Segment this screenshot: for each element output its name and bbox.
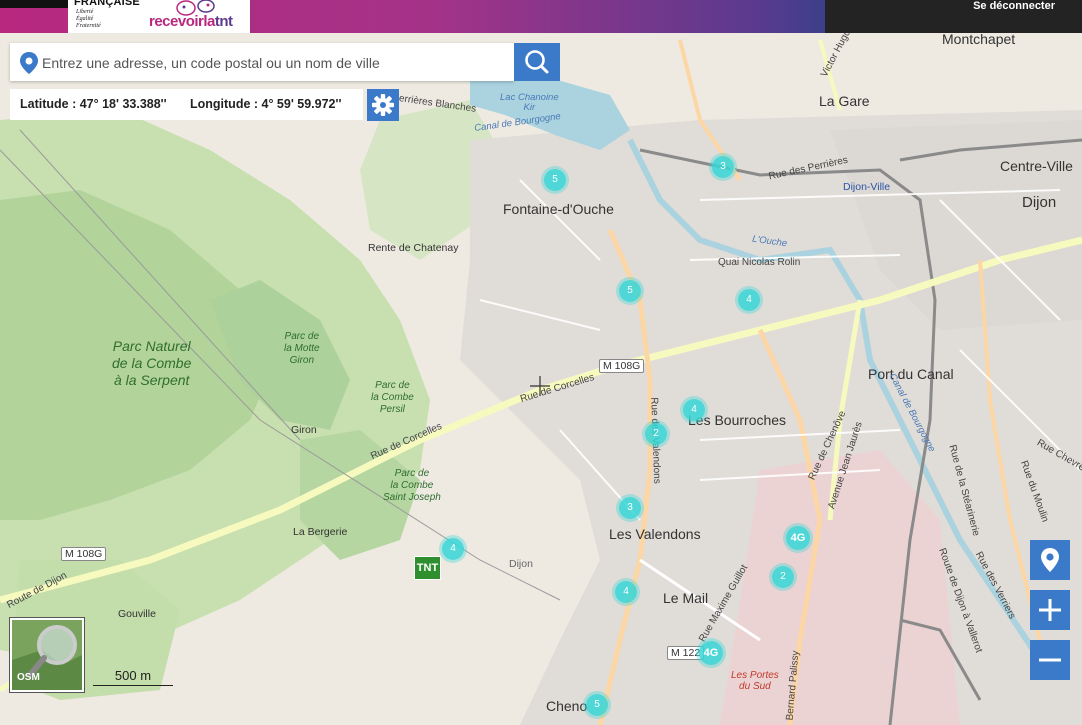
crosshair-cursor-icon bbox=[530, 376, 550, 396]
place-port-du-canal: Port du Canal bbox=[868, 366, 954, 382]
place-rente-de-chatenay: Rente de Chatenay bbox=[368, 242, 459, 254]
place-montchapet: Montchapet bbox=[942, 31, 1016, 47]
place-centre-ville: Centre-Ville bbox=[1000, 158, 1073, 174]
park-combe-saint-joseph: Parc de la Combe Saint Joseph bbox=[383, 468, 441, 503]
longitude-value: Longitude : 4° 59' 59.972'' bbox=[190, 97, 342, 111]
place-portes-du-sud: Les Portes du Sud bbox=[731, 670, 779, 692]
antenna-cluster[interactable]: 5 bbox=[544, 169, 566, 191]
place-dijon: Dijon bbox=[1022, 194, 1057, 211]
logout-link[interactable]: Se déconnecter bbox=[973, 0, 1055, 12]
locate-me-button[interactable] bbox=[1030, 540, 1070, 580]
place-giron: Giron bbox=[291, 424, 317, 436]
republique-motto: Liberté Égalité Fraternité bbox=[76, 9, 101, 30]
place-dijon-small: Dijon bbox=[509, 558, 533, 570]
place-le-mail: Le Mail bbox=[663, 590, 709, 606]
header-user-area: Se déconnecter bbox=[825, 0, 1082, 33]
antenna-cluster[interactable]: 2 bbox=[645, 423, 667, 445]
scale-bar: 500 m bbox=[93, 668, 173, 686]
tnt-transmitter-marker[interactable]: TNT bbox=[414, 556, 441, 580]
settings-button[interactable] bbox=[367, 89, 399, 121]
coordinates-panel: Latitude : 47° 18' 33.388'' Longitude : … bbox=[10, 89, 363, 120]
osm-label: OSM bbox=[17, 672, 40, 683]
park-combe-a-la-serpent: Parc Naturel de la Combe à la Serpent bbox=[112, 338, 192, 388]
brand-text-a: recevoirla bbox=[149, 13, 215, 30]
republique-title: FRANÇAISE bbox=[74, 0, 140, 8]
antenna-cluster-4g[interactable]: 4G bbox=[786, 526, 810, 550]
header-bar: FRANÇAISE Liberté Égalité Fraternité rec… bbox=[0, 0, 1082, 33]
layer-switcher-osm[interactable]: OSM bbox=[9, 617, 85, 693]
park-motte-giron: Parc de la Motte Giron bbox=[284, 331, 320, 366]
place-chenove: Cheno bbox=[546, 698, 588, 714]
antenna-cluster[interactable]: 5 bbox=[619, 280, 641, 302]
search-button[interactable] bbox=[514, 43, 560, 81]
search-input[interactable] bbox=[40, 51, 504, 75]
antenna-cluster[interactable]: 2 bbox=[772, 566, 794, 588]
place-fontaine-douche: Fontaine-d'Ouche bbox=[503, 201, 614, 217]
place-la-bergerie: La Bergerie bbox=[293, 526, 348, 538]
antenna-cluster[interactable]: 3 bbox=[712, 156, 734, 178]
antenna-cluster[interactable]: 5 bbox=[586, 694, 608, 716]
place-dijon-ville: Dijon-Ville bbox=[843, 181, 891, 193]
motto-1: Liberté bbox=[76, 9, 94, 15]
motto-3: Fraternité bbox=[76, 23, 101, 29]
minus-icon bbox=[1039, 658, 1061, 662]
place-la-gare: La Gare bbox=[819, 93, 870, 109]
gear-icon bbox=[372, 94, 394, 116]
antenna-cluster[interactable]: 4 bbox=[738, 289, 760, 311]
location-pin-icon bbox=[20, 52, 38, 74]
zoom-in-button[interactable] bbox=[1030, 590, 1070, 630]
plus-icon bbox=[1039, 599, 1061, 621]
latitude-value: Latitude : 47° 18' 33.388'' bbox=[20, 97, 167, 111]
antenna-cluster-4g[interactable]: 4G bbox=[699, 641, 723, 665]
road-shield-m108g-west: M 108G bbox=[61, 547, 107, 561]
search-icon bbox=[525, 50, 549, 74]
header-accent bbox=[0, 0, 68, 8]
antenna-cluster[interactable]: 4 bbox=[683, 399, 705, 421]
republique-francaise-logo[interactable]: FRANÇAISE Liberté Égalité Fraternité bbox=[68, 0, 144, 33]
antenna-cluster[interactable]: 4 bbox=[442, 538, 464, 560]
water-lac-kir: Lac Chanoine Kir bbox=[500, 92, 559, 113]
zoom-out-button[interactable] bbox=[1030, 640, 1070, 680]
antenna-cluster[interactable]: 3 bbox=[619, 497, 641, 519]
park-combe-persil: Parc de la Combe Persil bbox=[371, 380, 414, 415]
brand-text-b: tnt bbox=[214, 13, 233, 30]
road-shield-m108g-east: M 108G bbox=[599, 359, 645, 373]
motto-2: Égalité bbox=[76, 16, 94, 22]
antenna-cluster[interactable]: 4 bbox=[615, 581, 637, 603]
brand-text: recevoirlatnt bbox=[149, 13, 233, 30]
location-pin-icon bbox=[1041, 548, 1059, 572]
place-gouville: Gouville bbox=[118, 608, 156, 620]
recevoir-la-tnt-logo[interactable]: recevoirlatnt bbox=[144, 0, 250, 33]
address-search bbox=[10, 43, 514, 81]
road-quai-nicolas-rolin: Quai Nicolas Rolin bbox=[718, 257, 801, 268]
place-les-valendons: Les Valendons bbox=[609, 526, 701, 542]
